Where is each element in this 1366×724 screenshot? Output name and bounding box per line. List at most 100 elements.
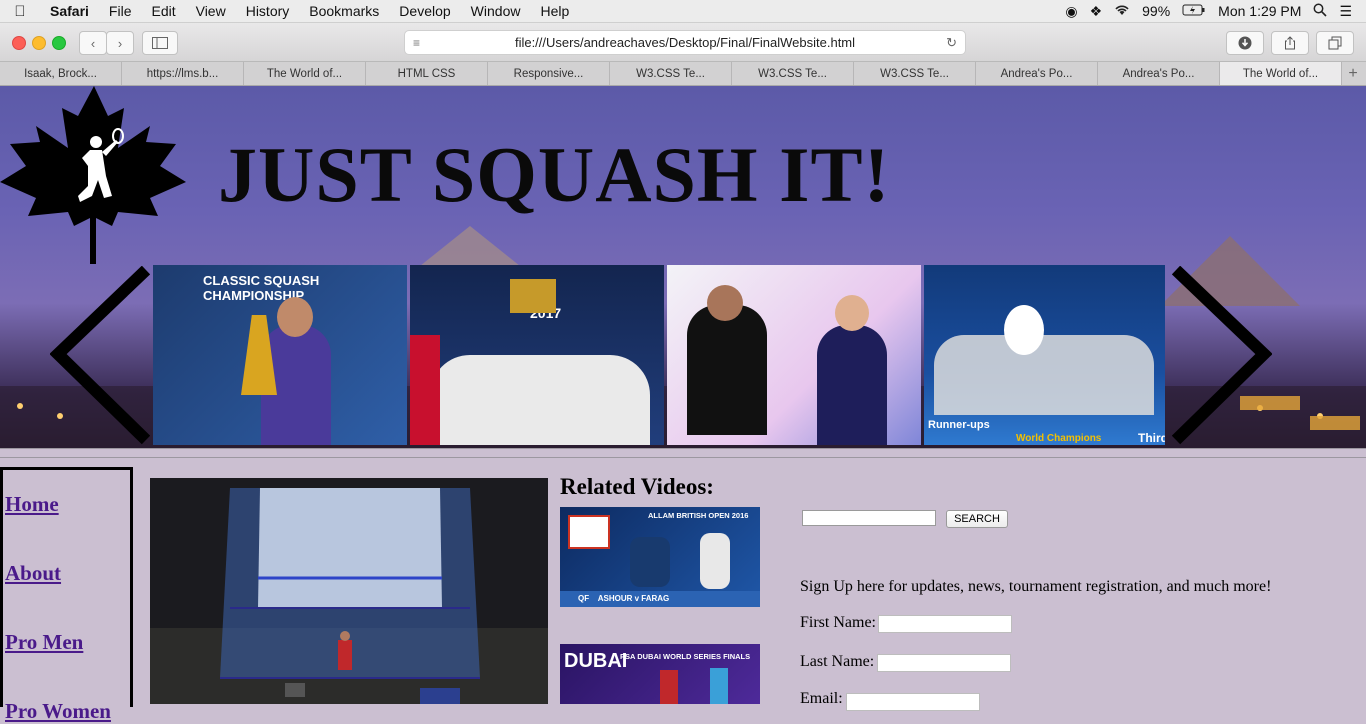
menu-app-name[interactable]: Safari: [40, 3, 99, 19]
slide-3[interactable]: [667, 265, 921, 445]
reader-icon[interactable]: ≡: [413, 36, 420, 50]
player-head: [835, 295, 869, 331]
tab-8[interactable]: Andrea's Po...: [976, 62, 1098, 85]
downloads-button[interactable]: [1226, 31, 1264, 55]
first-name-field[interactable]: [878, 615, 1012, 633]
search-button[interactable]: SEARCH: [946, 510, 1008, 528]
dropbox-icon[interactable]: ❖: [1090, 3, 1103, 20]
url-text: file:///Users/andreachaves/Desktop/Final…: [514, 35, 856, 50]
address-bar[interactable]: ≡ file:///Users/andreachaves/Desktop/Fin…: [404, 30, 966, 55]
menu-history[interactable]: History: [236, 3, 300, 19]
share-icon: [1285, 36, 1295, 50]
tab-5[interactable]: W3.CSS Te...: [610, 62, 732, 85]
nav-link-about[interactable]: About: [5, 561, 61, 586]
menu-edit[interactable]: Edit: [141, 3, 185, 19]
tab-3[interactable]: HTML CSS: [366, 62, 488, 85]
slide-4-caption: Runner-ups: [928, 419, 990, 431]
player-figure: [710, 668, 728, 704]
battery-icon[interactable]: [1182, 3, 1206, 19]
forward-button[interactable]: ›: [106, 31, 134, 55]
signup-text: Sign Up here for updates, news, tourname…: [800, 578, 1272, 595]
last-name-label: Last Name:: [800, 653, 875, 670]
menu-help[interactable]: Help: [530, 3, 579, 19]
player-figure: [660, 670, 678, 704]
tab-4[interactable]: Responsive...: [488, 62, 610, 85]
player-figure-male: [687, 305, 767, 435]
spotlight-search-icon[interactable]: [1313, 3, 1328, 20]
player-figure: [700, 533, 730, 589]
notification-center-icon[interactable]: ☰: [1339, 3, 1352, 20]
sidebar-icon: [152, 37, 168, 49]
email-label: Email:: [800, 690, 843, 707]
team-figures: [934, 335, 1154, 415]
tab-7[interactable]: W3.CSS Te...: [854, 62, 976, 85]
related-video-1[interactable]: ALLAM BRITISH OPEN 2016 QF ASHOUR v FARA…: [560, 507, 760, 607]
carousel-next-icon[interactable]: [1172, 266, 1272, 446]
site-title: JUST SQUASH IT!: [218, 131, 891, 218]
tab-6[interactable]: W3.CSS Te...: [732, 62, 854, 85]
slide-1[interactable]: CLASSIC SQUASH CHAMPIONSHIP: [153, 265, 407, 445]
side-navigation: Home About Pro Men Pro Women: [0, 467, 133, 723]
slide-4[interactable]: Runner-ups World Champions Third: [924, 265, 1165, 445]
related-videos-heading: Related Videos:: [560, 474, 714, 499]
related-video-2-title: PSA DUBAI WORLD SERIES FINALS: [620, 652, 751, 661]
related-video-1-title: ALLAM BRITISH OPEN 2016: [648, 511, 749, 520]
section-divider: [0, 448, 1366, 458]
nav-link-pro-women[interactable]: Pro Women: [5, 699, 111, 724]
download-icon: [1238, 36, 1252, 50]
hero-banner: JUST SQUASH IT! CLASSIC SQUASH CHAMPIONS…: [0, 86, 1366, 448]
main-video-player[interactable]: [150, 478, 548, 704]
apple-menu-icon[interactable]: : [0, 3, 40, 20]
tournament-logo-icon: [568, 515, 610, 549]
nav-link-pro-men[interactable]: Pro Men: [5, 630, 83, 655]
menu-view[interactable]: View: [186, 3, 236, 19]
player-figure-female: [817, 325, 887, 445]
tab-2[interactable]: The World of...: [244, 62, 366, 85]
player-figure: [1004, 305, 1044, 355]
player-head: [277, 297, 313, 337]
team-figures: [430, 355, 650, 445]
player-head: [707, 285, 743, 321]
menu-window[interactable]: Window: [461, 3, 531, 19]
share-button[interactable]: [1271, 31, 1309, 55]
clock[interactable]: Mon 1:29 PM: [1218, 3, 1301, 19]
player-figure: [630, 537, 670, 587]
show-all-tabs-button[interactable]: [1316, 31, 1354, 55]
battery-percent[interactable]: 99%: [1142, 3, 1170, 19]
creative-cloud-icon[interactable]: ◉: [1065, 3, 1077, 20]
first-name-label: First Name:: [800, 614, 876, 631]
maple-leaf-logo: [0, 86, 186, 264]
wifi-icon[interactable]: [1114, 3, 1130, 19]
tab-0[interactable]: Isaak, Brock...: [0, 62, 122, 85]
minimize-window-button[interactable]: [32, 36, 46, 50]
slide-4-caption-2: World Champions: [1016, 433, 1102, 444]
chevron-left-icon: ‹: [90, 35, 96, 51]
related-video-2[interactable]: DUBAI PSA DUBAI WORLD SERIES FINALS: [560, 644, 760, 704]
tab-bar: Isaak, Brock... https://lms.b... The Wor…: [0, 62, 1366, 86]
tab-9[interactable]: Andrea's Po...: [1098, 62, 1220, 85]
nav-link-home[interactable]: Home: [5, 492, 59, 517]
close-window-button[interactable]: [12, 36, 26, 50]
sidebar-button[interactable]: [142, 31, 178, 55]
search-input[interactable]: [802, 510, 936, 526]
tab-10-active[interactable]: The World of...: [1220, 62, 1342, 85]
carousel-prev-icon[interactable]: [50, 266, 150, 446]
slide-2[interactable]: 2017: [410, 265, 664, 445]
menu-file[interactable]: File: [99, 3, 142, 19]
menu-develop[interactable]: Develop: [389, 3, 460, 19]
reload-icon[interactable]: ↻: [946, 35, 957, 51]
new-tab-button[interactable]: +: [1342, 62, 1364, 85]
zoom-window-button[interactable]: [52, 36, 66, 50]
menu-bookmarks[interactable]: Bookmarks: [299, 3, 389, 19]
tabs-overview-icon: [1328, 36, 1342, 50]
email-field[interactable]: [846, 693, 980, 711]
squash-court-image: [150, 478, 548, 704]
related-video-1-caption: QF ASHOUR v FARAG: [560, 591, 760, 607]
last-name-field[interactable]: [877, 654, 1011, 672]
status-area: ◉ ❖ 99% Mon 1:29 PM ☰: [1065, 3, 1366, 20]
chevron-right-icon: ›: [117, 35, 123, 51]
trophy-image: [510, 279, 556, 313]
back-button[interactable]: ‹: [79, 31, 107, 55]
tab-1[interactable]: https://lms.b...: [122, 62, 244, 85]
slide-4-caption-3: Third: [1138, 431, 1165, 445]
